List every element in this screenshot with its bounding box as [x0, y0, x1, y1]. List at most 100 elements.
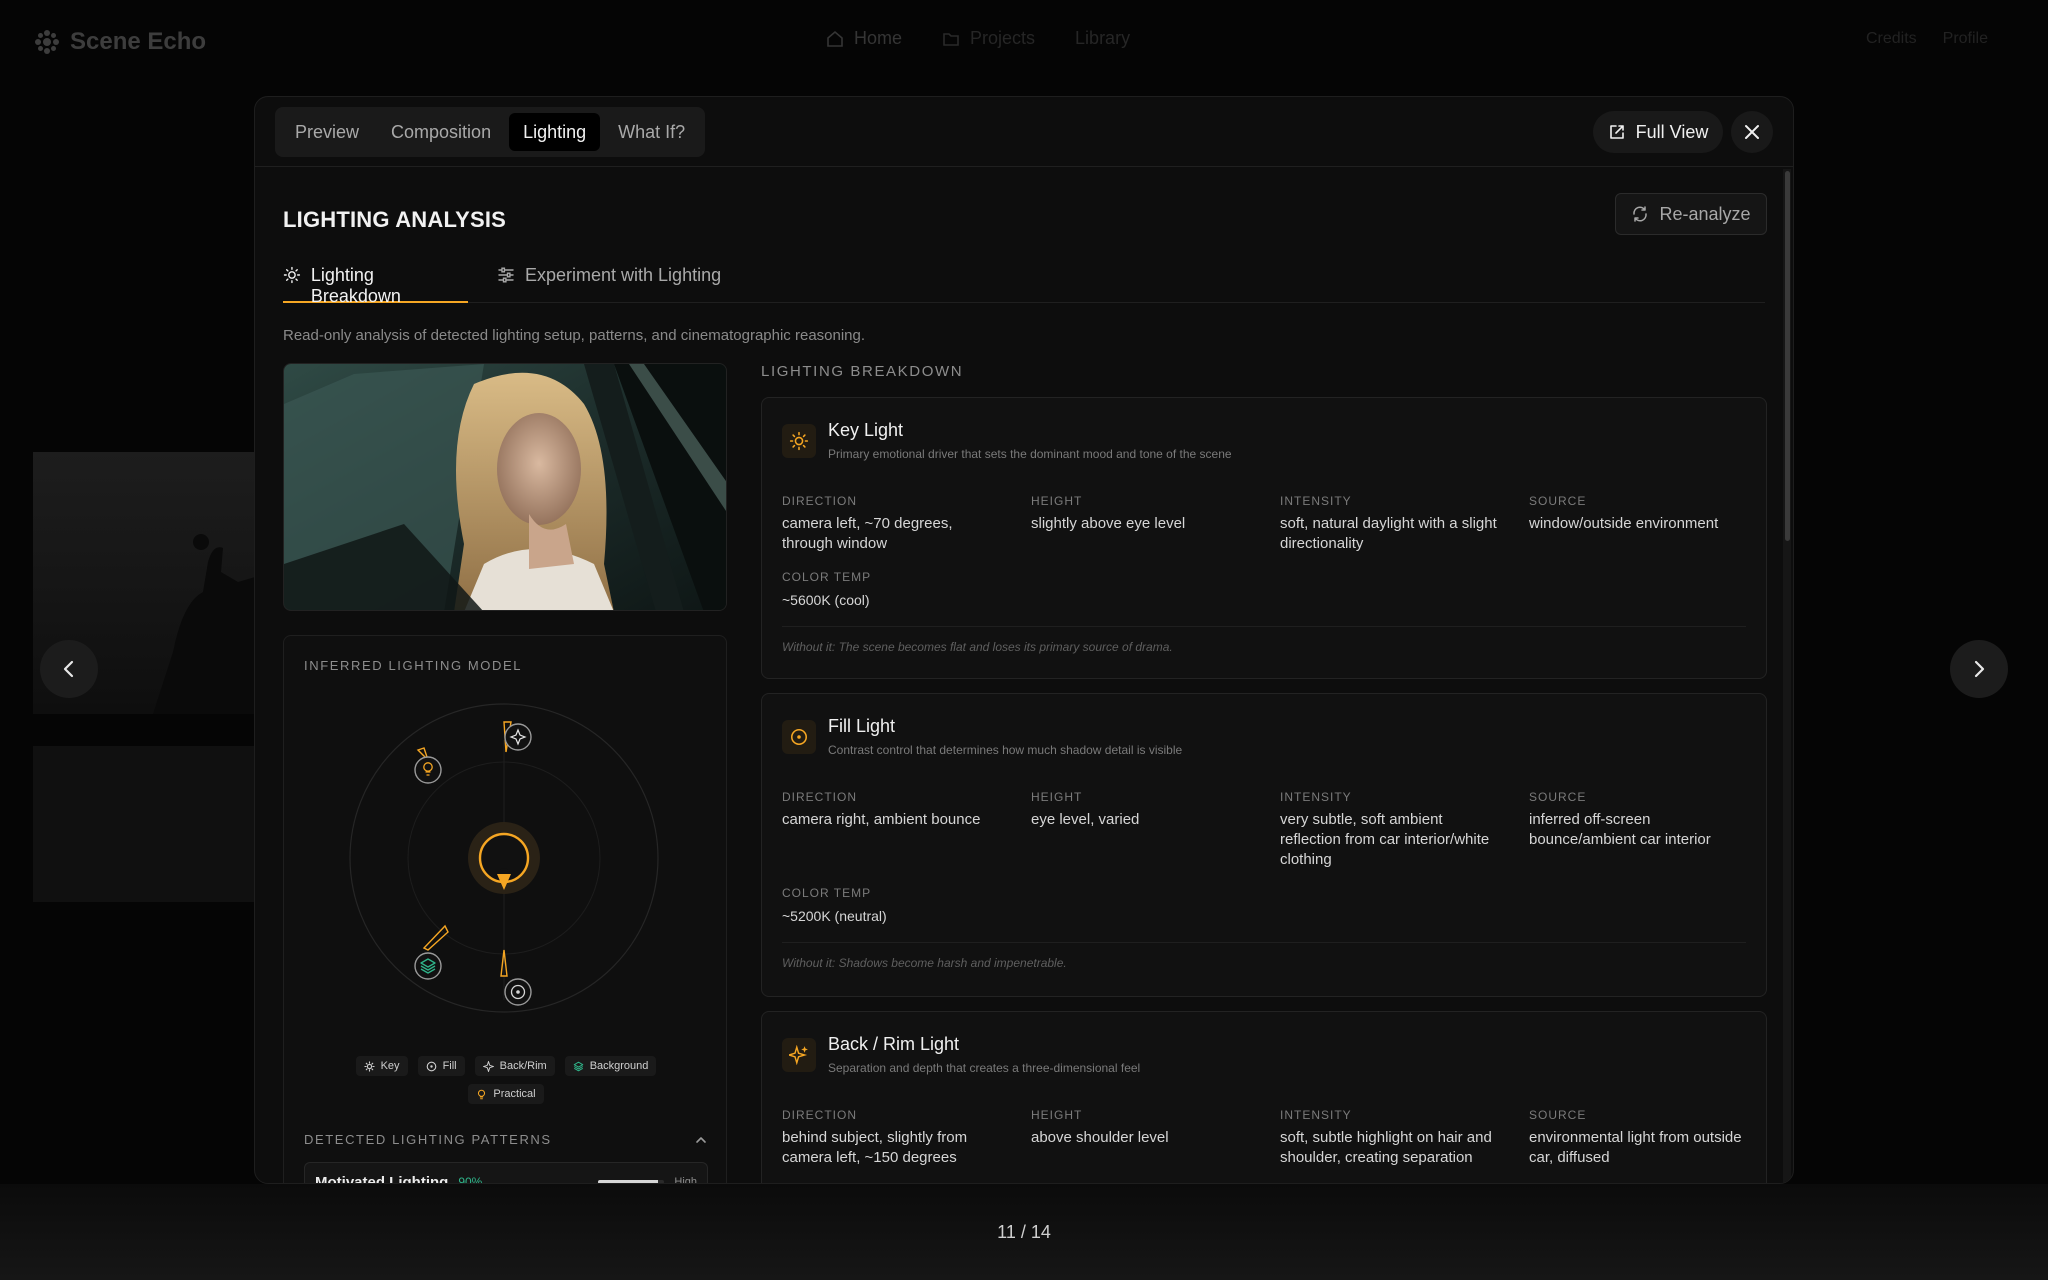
prop-label: SOURCE: [1529, 1108, 1587, 1122]
legend-key: Key: [355, 1056, 408, 1076]
background-light-marker[interactable]: [414, 924, 449, 980]
reanalyze-button[interactable]: Re-analyze: [1615, 193, 1767, 235]
fill-light-marker[interactable]: [500, 949, 532, 1006]
legend-back-rim: Back/Rim: [474, 1056, 555, 1076]
practical-light-marker[interactable]: [414, 747, 442, 784]
next-button[interactable]: [1950, 640, 2008, 698]
full-view-button[interactable]: Full View: [1593, 111, 1723, 153]
prop-label: DIRECTION: [782, 494, 857, 508]
external-link-icon: [1609, 125, 1624, 139]
prop-label: SOURCE: [1529, 494, 1587, 508]
patterns-header[interactable]: DETECTED LIGHTING PATTERNS: [304, 1132, 708, 1147]
prop-label: SOURCE: [1529, 790, 1587, 804]
legend-practical-label: Practical: [493, 1088, 536, 1100]
home-icon: [827, 30, 843, 47]
close-button[interactable]: [1731, 111, 1773, 153]
prop-value: environmental light from outside car, di…: [1529, 1129, 1742, 1166]
card-divider: [782, 942, 1746, 943]
legend-background-label: Background: [589, 1060, 649, 1072]
prop-label: COLOR TEMP: [782, 886, 872, 900]
prop-height: HEIGHT eye level, varied: [1031, 790, 1251, 830]
prop-direction: DIRECTION camera left, ~70 degrees, throu…: [782, 494, 1002, 554]
prop-label: DIRECTION: [782, 790, 857, 804]
nav-profile[interactable]: Profile: [1943, 30, 1988, 48]
app-logo: Scene Echo: [34, 28, 206, 56]
card-subtitle: Separation and depth that creates a thre…: [828, 1061, 1141, 1075]
lightbulb-icon: [478, 1089, 486, 1099]
folder-icon: [943, 32, 959, 46]
prop-value: above shoulder level: [1031, 1129, 1169, 1146]
nav-library[interactable]: Library: [1075, 28, 1130, 49]
view-tabs: Preview Composition Lighting What If?: [275, 107, 706, 157]
pattern-confidence-fill: [598, 1180, 658, 1183]
without-it-note: Without it: The scene becomes flat and l…: [782, 640, 1173, 654]
previous-button[interactable]: [40, 640, 98, 698]
prop-value: eye level, varied: [1031, 811, 1140, 828]
sparkle-icon: [482, 1060, 494, 1072]
full-view-label: Full View: [1635, 121, 1709, 142]
analysis-description: Read-only analysis of detected lighting …: [283, 327, 866, 344]
target-icon: [426, 1061, 436, 1071]
prop-value: slightly above eye level: [1031, 515, 1186, 532]
image-counter: 11 / 14: [997, 1222, 1051, 1242]
prop-intensity: INTENSITY soft, natural daylight with a s…: [1280, 494, 1500, 554]
nav-credits[interactable]: Credits: [1866, 30, 1917, 48]
subtab-experiment[interactable]: Experiment with Lighting: [497, 263, 721, 303]
nav-projects[interactable]: Projects: [942, 28, 1035, 49]
prop-value: camera left, ~70 degrees, through window: [782, 515, 953, 552]
prop-value: behind subject, slightly from camera lef…: [782, 1129, 968, 1166]
chevron-up-icon: [696, 1136, 706, 1143]
legend-key-label: Key: [380, 1060, 400, 1072]
card-divider: [782, 626, 1746, 627]
prop-label: HEIGHT: [1031, 1108, 1083, 1122]
page-title: LIGHTING ANALYSIS: [283, 207, 507, 232]
pattern-confidence: 90%: [458, 1175, 483, 1184]
tab-what-if[interactable]: What If?: [604, 113, 699, 151]
lighting-modal: Preview Composition Lighting What If? Fu…: [254, 96, 1794, 1184]
legend-background: Background: [564, 1056, 657, 1076]
refresh-icon: [1633, 206, 1648, 222]
card-subtitle: Contrast control that determines how muc…: [828, 743, 1183, 757]
legend-back-rim-label: Back/Rim: [499, 1060, 547, 1072]
tab-composition[interactable]: Composition: [377, 113, 505, 151]
lighting-diagram: [349, 703, 659, 1013]
nav-home[interactable]: Home: [826, 28, 902, 49]
prop-height: HEIGHT above shoulder level: [1031, 1108, 1251, 1148]
prop-value: window/outside environment: [1529, 515, 1719, 532]
subtab-lighting-breakdown-label: Lighting Breakdown: [310, 265, 401, 306]
prop-direction: DIRECTION camera right, ambient bounce: [782, 790, 1002, 830]
chevron-left-icon: [63, 660, 74, 678]
card-title: Fill Light: [828, 716, 896, 736]
tab-preview[interactable]: Preview: [281, 113, 373, 151]
tab-lighting[interactable]: Lighting: [509, 113, 601, 151]
subtab-experiment-label: Experiment with Lighting: [525, 265, 722, 285]
nav-home-label: Home: [854, 28, 903, 48]
prop-label: HEIGHT: [1031, 790, 1083, 804]
prop-intensity: INTENSITY soft, subtle highlight on hair …: [1280, 1108, 1500, 1168]
prop-value: camera right, ambient bounce: [782, 811, 981, 828]
prop-color-temp: COLOR TEMP ~5200K (neutral): [782, 886, 1002, 926]
subject-marker: [468, 822, 540, 894]
diagram-legend: Key Fill Back/Rim Background Practical: [284, 1056, 726, 1104]
reanalyze-label: Re-analyze: [1659, 203, 1751, 224]
scrollbar-thumb[interactable]: [1785, 171, 1790, 541]
subtab-lighting-breakdown[interactable]: Lighting Breakdown: [283, 263, 468, 306]
prop-intensity: INTENSITY very subtle, soft ambient refle…: [1280, 790, 1500, 870]
app-name: Scene Echo: [70, 28, 207, 55]
prop-direction: DIRECTION behind subject, slightly from c…: [782, 1108, 1002, 1168]
prop-label: COLOR TEMP: [782, 570, 872, 584]
back-rim-light-marker[interactable]: [503, 721, 532, 753]
target-icon: [782, 720, 816, 754]
prop-color-temp: COLOR TEMP ~5600K (cool): [782, 570, 1002, 610]
woman-in-car-image: [284, 364, 726, 610]
pattern-item[interactable]: Motivated Lighting 90% High: [304, 1162, 708, 1184]
prop-source: SOURCE window/outside environment: [1529, 494, 1749, 534]
lighting-model-label: INFERRED LIGHTING MODEL: [304, 658, 523, 673]
modal-header: Preview Composition Lighting What If? Fu…: [255, 97, 1793, 167]
lighting-model-panel: INFERRED LIGHTING MODEL Key Fill Back/Ri…: [283, 635, 727, 1184]
logo-icon: [35, 30, 59, 54]
prop-value: ~5200K (neutral): [782, 908, 887, 924]
legend-fill: Fill: [417, 1056, 465, 1076]
background-thumbnail[interactable]: [33, 746, 255, 902]
sparkle-icon: [782, 1038, 816, 1072]
